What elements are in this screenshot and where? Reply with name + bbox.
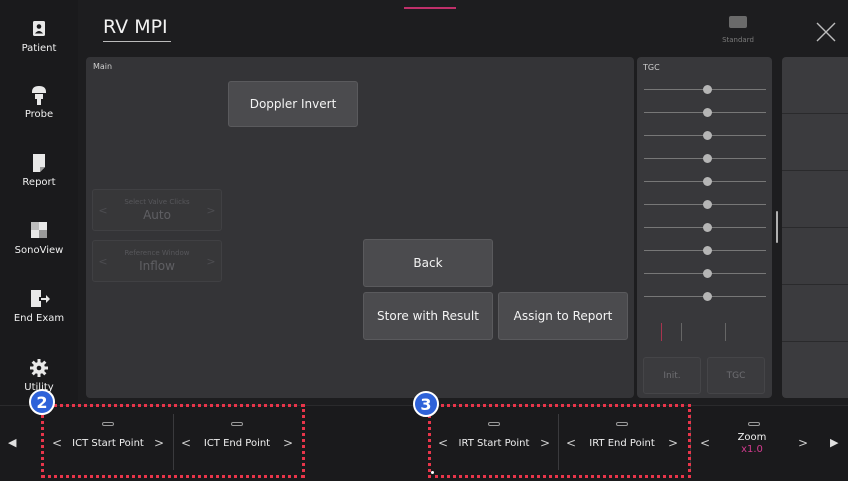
annotation-badge-2: 2 <box>29 389 55 415</box>
zoom-value: x1.0 <box>741 444 763 455</box>
tgc-slider[interactable] <box>644 108 766 117</box>
stepper-title: Reference Window <box>124 249 190 257</box>
zoom-label: Zoom <box>737 432 767 443</box>
chevron-right-icon[interactable]: > <box>203 241 219 281</box>
sidebar-item-utility[interactable]: Utility <box>0 357 78 393</box>
slider-knob[interactable] <box>703 223 712 232</box>
sidebar-item-label: Probe <box>24 109 54 120</box>
slider-knob[interactable] <box>703 108 712 117</box>
slider-knob[interactable] <box>703 200 712 209</box>
chevron-right-icon[interactable]: > <box>798 436 808 450</box>
active-indicator <box>404 7 456 9</box>
sidebar-item-probe[interactable]: Probe <box>0 84 78 120</box>
monitor-icon <box>729 16 747 28</box>
right-panel-cell[interactable] <box>782 114 848 171</box>
select-valve-clicks-stepper[interactable]: < Select Valve Clicks Auto > <box>92 189 222 231</box>
right-panel-cell[interactable] <box>782 57 848 114</box>
sidebar-item-label: SonoView <box>14 245 64 256</box>
close-icon[interactable] <box>814 20 838 44</box>
tgc-marker <box>681 323 682 341</box>
back-button[interactable]: Back <box>363 239 493 287</box>
sonoview-icon <box>31 222 47 238</box>
sidebar-item-end-exam[interactable]: End Exam <box>0 288 78 324</box>
tgc-slider[interactable] <box>644 200 766 209</box>
slider-knob[interactable] <box>703 131 712 140</box>
slider-knob[interactable] <box>703 269 712 278</box>
report-icon <box>33 154 45 172</box>
tgc-toggle-button[interactable]: TGC <box>707 357 765 394</box>
probe-icon <box>32 86 46 105</box>
slider-knob[interactable] <box>703 292 712 301</box>
slider-knob[interactable] <box>703 85 712 94</box>
right-panel-cell[interactable] <box>782 171 848 228</box>
annotation-badge-3: 3 <box>413 391 439 417</box>
tgc-slider[interactable] <box>644 223 766 232</box>
store-with-result-button[interactable]: Store with Result <box>363 292 493 340</box>
tgc-init-button[interactable]: Init. <box>643 357 701 394</box>
sidebar-item-patient[interactable]: Patient <box>0 18 78 54</box>
stepper-value: Auto <box>143 208 171 222</box>
scroll-handle[interactable] <box>776 211 778 243</box>
tgc-slider[interactable] <box>644 131 766 140</box>
reference-window-stepper[interactable]: < Reference Window Inflow > <box>92 240 222 282</box>
sidebar: Patient Probe Report SonoView End Exam U… <box>0 0 78 405</box>
chevron-right-icon[interactable]: > <box>203 190 219 230</box>
chevron-left-icon[interactable]: < <box>700 436 710 450</box>
tgc-marker <box>725 323 726 341</box>
preset-label: Standard <box>722 36 754 44</box>
right-panel-cell[interactable] <box>782 342 848 398</box>
tgc-slider[interactable] <box>644 292 766 301</box>
stepper-value: Inflow <box>139 259 175 273</box>
zoom-control[interactable]: < > <box>692 405 816 481</box>
preset-selector[interactable]: Standard <box>714 16 762 44</box>
slider-knob[interactable] <box>703 246 712 255</box>
tgc-panel: TGC Init. TGC <box>637 57 772 398</box>
sidebar-item-label: Report <box>22 177 56 188</box>
slider-knob[interactable] <box>703 154 712 163</box>
gear-icon <box>30 359 48 377</box>
tgc-slider[interactable] <box>644 177 766 186</box>
sidebar-item-label: End Exam <box>13 313 65 324</box>
sidebar-item-sonoview[interactable]: SonoView <box>0 220 78 256</box>
cursor-dot <box>431 471 434 474</box>
annotation-box-2 <box>41 404 305 478</box>
tgc-slider[interactable] <box>644 154 766 163</box>
right-panel-cell[interactable] <box>782 228 848 285</box>
patient-icon <box>33 21 45 36</box>
right-panel-cell[interactable] <box>782 285 848 342</box>
tgc-slider[interactable] <box>644 269 766 278</box>
tgc-panel-label: TGC <box>643 63 660 72</box>
slider-knob[interactable] <box>703 177 712 186</box>
page-next-icon[interactable]: ▶ <box>830 436 838 449</box>
sidebar-item-report[interactable]: Report <box>0 152 78 188</box>
main-panel-label: Main <box>93 62 113 71</box>
knob-indicator-icon <box>748 422 760 426</box>
stepper-title: Select Valve Clicks <box>124 198 190 206</box>
page-title: RV MPI <box>103 16 168 38</box>
main-panel: Main Doppler Invert < Select Valve Click… <box>86 57 634 398</box>
title-underline <box>103 41 171 42</box>
sidebar-item-label: Patient <box>21 43 57 54</box>
annotation-box-3 <box>428 404 691 478</box>
end-exam-icon <box>31 290 50 307</box>
tgc-slider[interactable] <box>644 246 766 255</box>
tgc-marker <box>661 323 662 341</box>
right-panel <box>782 57 848 398</box>
doppler-invert-button[interactable]: Doppler Invert <box>228 81 358 127</box>
assign-to-report-button[interactable]: Assign to Report <box>498 292 628 340</box>
page-prev-icon[interactable]: ◀ <box>8 436 16 449</box>
tgc-slider[interactable] <box>644 85 766 94</box>
